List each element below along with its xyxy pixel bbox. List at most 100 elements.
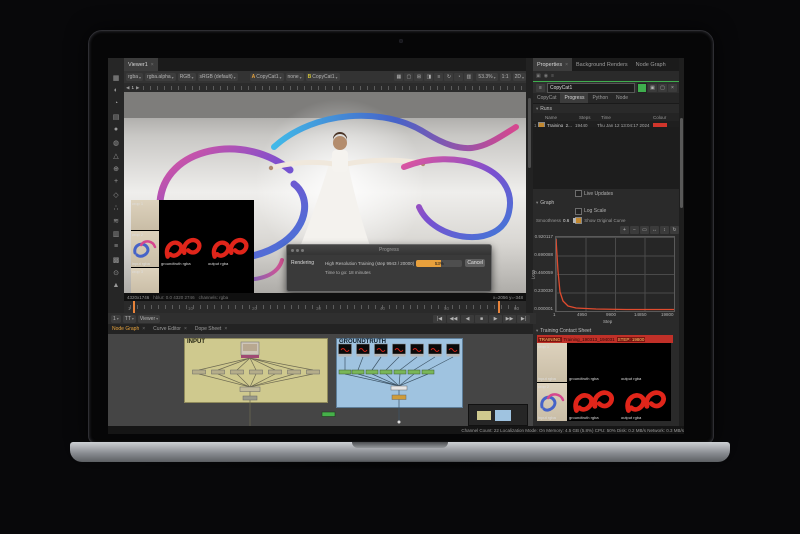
- appendclip-node[interactable]: [240, 387, 260, 392]
- frame-number[interactable]: 1: [131, 85, 134, 90]
- pan-horizontal-icon[interactable]: ↔: [650, 226, 659, 234]
- contact-tile[interactable]: groundtruth rgba: [568, 343, 619, 382]
- tab-node[interactable]: Node: [612, 93, 632, 103]
- frame-next-button[interactable]: ▶: [136, 85, 139, 91]
- stop-button[interactable]: ■: [475, 315, 488, 323]
- 3d-icon[interactable]: ◇: [108, 188, 124, 201]
- tab-python[interactable]: Python: [588, 93, 612, 103]
- scrollbar-thumb[interactable]: [680, 118, 683, 208]
- close-icon[interactable]: ×: [224, 326, 227, 332]
- node-menu-icon[interactable]: ≡: [536, 84, 545, 92]
- frame-prev-button[interactable]: ◀: [126, 85, 129, 91]
- close-icon[interactable]: ×: [565, 62, 568, 68]
- col-colour[interactable]: Colour: [653, 115, 666, 120]
- cancel-button[interactable]: Cancel: [465, 259, 485, 267]
- view-mode-select[interactable]: 2D▾: [513, 73, 526, 81]
- window-close-button[interactable]: [291, 249, 294, 252]
- grid-icon[interactable]: ▦: [394, 73, 403, 81]
- zoom-select[interactable]: 53.3%▾: [476, 73, 497, 81]
- transform-icon[interactable]: +: [108, 175, 124, 188]
- step-back-button[interactable]: ◀: [461, 315, 474, 323]
- tab-background-renders[interactable]: Background Renders: [572, 58, 632, 71]
- slider-handle[interactable]: [573, 218, 576, 223]
- contact-tile[interactable]: crop 2 input rgba: [537, 383, 567, 422]
- frame-increment-select[interactable]: 1▾: [111, 315, 121, 323]
- fit-icon[interactable]: ▭: [640, 226, 649, 234]
- color-icon[interactable]: ●: [108, 123, 124, 136]
- output-node[interactable]: [243, 396, 257, 400]
- other-icon[interactable]: ⊙: [108, 266, 124, 279]
- log-scale-checkbox[interactable]: [575, 208, 582, 215]
- dot-node[interactable]: [398, 421, 401, 424]
- timeline[interactable]: 1 10 20 30 40 50 60: [124, 301, 526, 313]
- runs-section-header[interactable]: ▾ Runs: [533, 104, 679, 113]
- gamma-icon[interactable]: ≡: [434, 73, 443, 81]
- reset-view-icon[interactable]: ↻: [670, 226, 679, 234]
- wipe-mode-select[interactable]: none▾: [286, 73, 304, 81]
- goto-end-button[interactable]: ▶|: [517, 315, 530, 323]
- contact-tile[interactable]: output rgba: [620, 343, 671, 382]
- display-channels-select[interactable]: RGB▾: [178, 73, 196, 81]
- lock-icon[interactable]: ▣: [536, 73, 541, 79]
- live-updates-checkbox[interactable]: [575, 190, 582, 197]
- tab-viewer1[interactable]: Viewer1 ×: [124, 58, 158, 71]
- clock-icon[interactable]: ◔: [454, 73, 463, 81]
- col-name[interactable]: Name: [545, 115, 579, 120]
- nodegraph-minimap[interactable]: [468, 404, 528, 426]
- tab-curve-editor[interactable]: Curve Editor×: [149, 324, 191, 334]
- grade-node[interactable]: [392, 395, 406, 400]
- smoothness-value[interactable]: 0.6: [563, 218, 569, 223]
- node-color-swatch[interactable]: [637, 83, 647, 93]
- divider-scrollbar[interactable]: [528, 98, 531, 168]
- tab-node-graph[interactable]: Node Graph: [632, 58, 670, 71]
- groundtruth-read-nodes[interactable]: [339, 344, 460, 357]
- channel-icon[interactable]: ▤: [108, 110, 124, 123]
- appendclip-node[interactable]: [391, 386, 407, 390]
- ruler-ticks[interactable]: [143, 86, 524, 90]
- b-buffer-select[interactable]: BCopyCat1▾: [306, 73, 340, 81]
- zoom-in-icon[interactable]: +: [620, 226, 629, 234]
- particles-icon[interactable]: ∴: [108, 201, 124, 214]
- copycat-node-progress[interactable]: [322, 412, 335, 417]
- goto-start-button[interactable]: |◀: [433, 315, 446, 323]
- contact-tile[interactable]: groundtruth rgba: [568, 383, 619, 422]
- show-original-checkbox[interactable]: [575, 217, 582, 224]
- node-graph-canvas[interactable]: INPUT GROUNDTRUTH: [108, 334, 533, 426]
- playhead[interactable]: [498, 301, 500, 313]
- play-forward-button[interactable]: ▶▶: [503, 315, 516, 323]
- in-marker[interactable]: [133, 301, 135, 313]
- close-icon[interactable]: ×: [151, 62, 154, 68]
- refresh-icon[interactable]: ↻: [444, 73, 453, 81]
- center-node-icon[interactable]: ▣: [648, 84, 657, 92]
- merge-icon[interactable]: ⊕: [108, 162, 124, 175]
- shuffle-nodes[interactable]: [339, 370, 434, 374]
- viewer-process-select[interactable]: sRGB (default)▾: [198, 73, 238, 81]
- wipe-icon[interactable]: ▢: [404, 73, 413, 81]
- pin-icon[interactable]: ◉: [544, 73, 548, 79]
- window-zoom-button[interactable]: [301, 249, 304, 252]
- channels-icon[interactable]: ▥: [464, 73, 473, 81]
- a-buffer-select[interactable]: ACopyCat1▾: [250, 73, 284, 81]
- crop-nodes[interactable]: [193, 370, 320, 374]
- filter-icon[interactable]: ◍: [108, 136, 124, 149]
- pan-vertical-icon[interactable]: ↕: [660, 226, 669, 234]
- close-icon[interactable]: ×: [142, 326, 145, 332]
- alpha-select[interactable]: rgba.alpha▾: [145, 73, 176, 81]
- range-lock-select[interactable]: TT▾: [123, 315, 136, 323]
- col-steps[interactable]: Steps: [579, 115, 601, 120]
- node-name-field[interactable]: CopyCat1: [547, 83, 635, 93]
- keyer-icon[interactable]: △: [108, 149, 124, 162]
- graph-plot-area[interactable]: [555, 236, 675, 312]
- layer-select[interactable]: rgba▾: [126, 73, 143, 81]
- tab-progress[interactable]: Progress: [560, 93, 588, 103]
- toolsets-icon[interactable]: ▩: [108, 253, 124, 266]
- graph-section-header[interactable]: ▾ Graph: [533, 198, 554, 207]
- loss-graph[interactable]: Loss 0.920117 0.690088 0.460059 0.230030…: [533, 234, 679, 326]
- zoom-out-icon[interactable]: −: [630, 226, 639, 234]
- draw-icon[interactable]: ◐: [108, 84, 124, 97]
- time-icon[interactable]: ◔: [108, 97, 124, 110]
- air-icon[interactable]: ▲: [108, 279, 124, 292]
- tab-dope-sheet[interactable]: Dope Sheet×: [191, 324, 231, 334]
- tab-properties[interactable]: Properties×: [533, 58, 572, 71]
- contactsheet-section-header[interactable]: ▾ Training Contact Sheet: [533, 326, 591, 335]
